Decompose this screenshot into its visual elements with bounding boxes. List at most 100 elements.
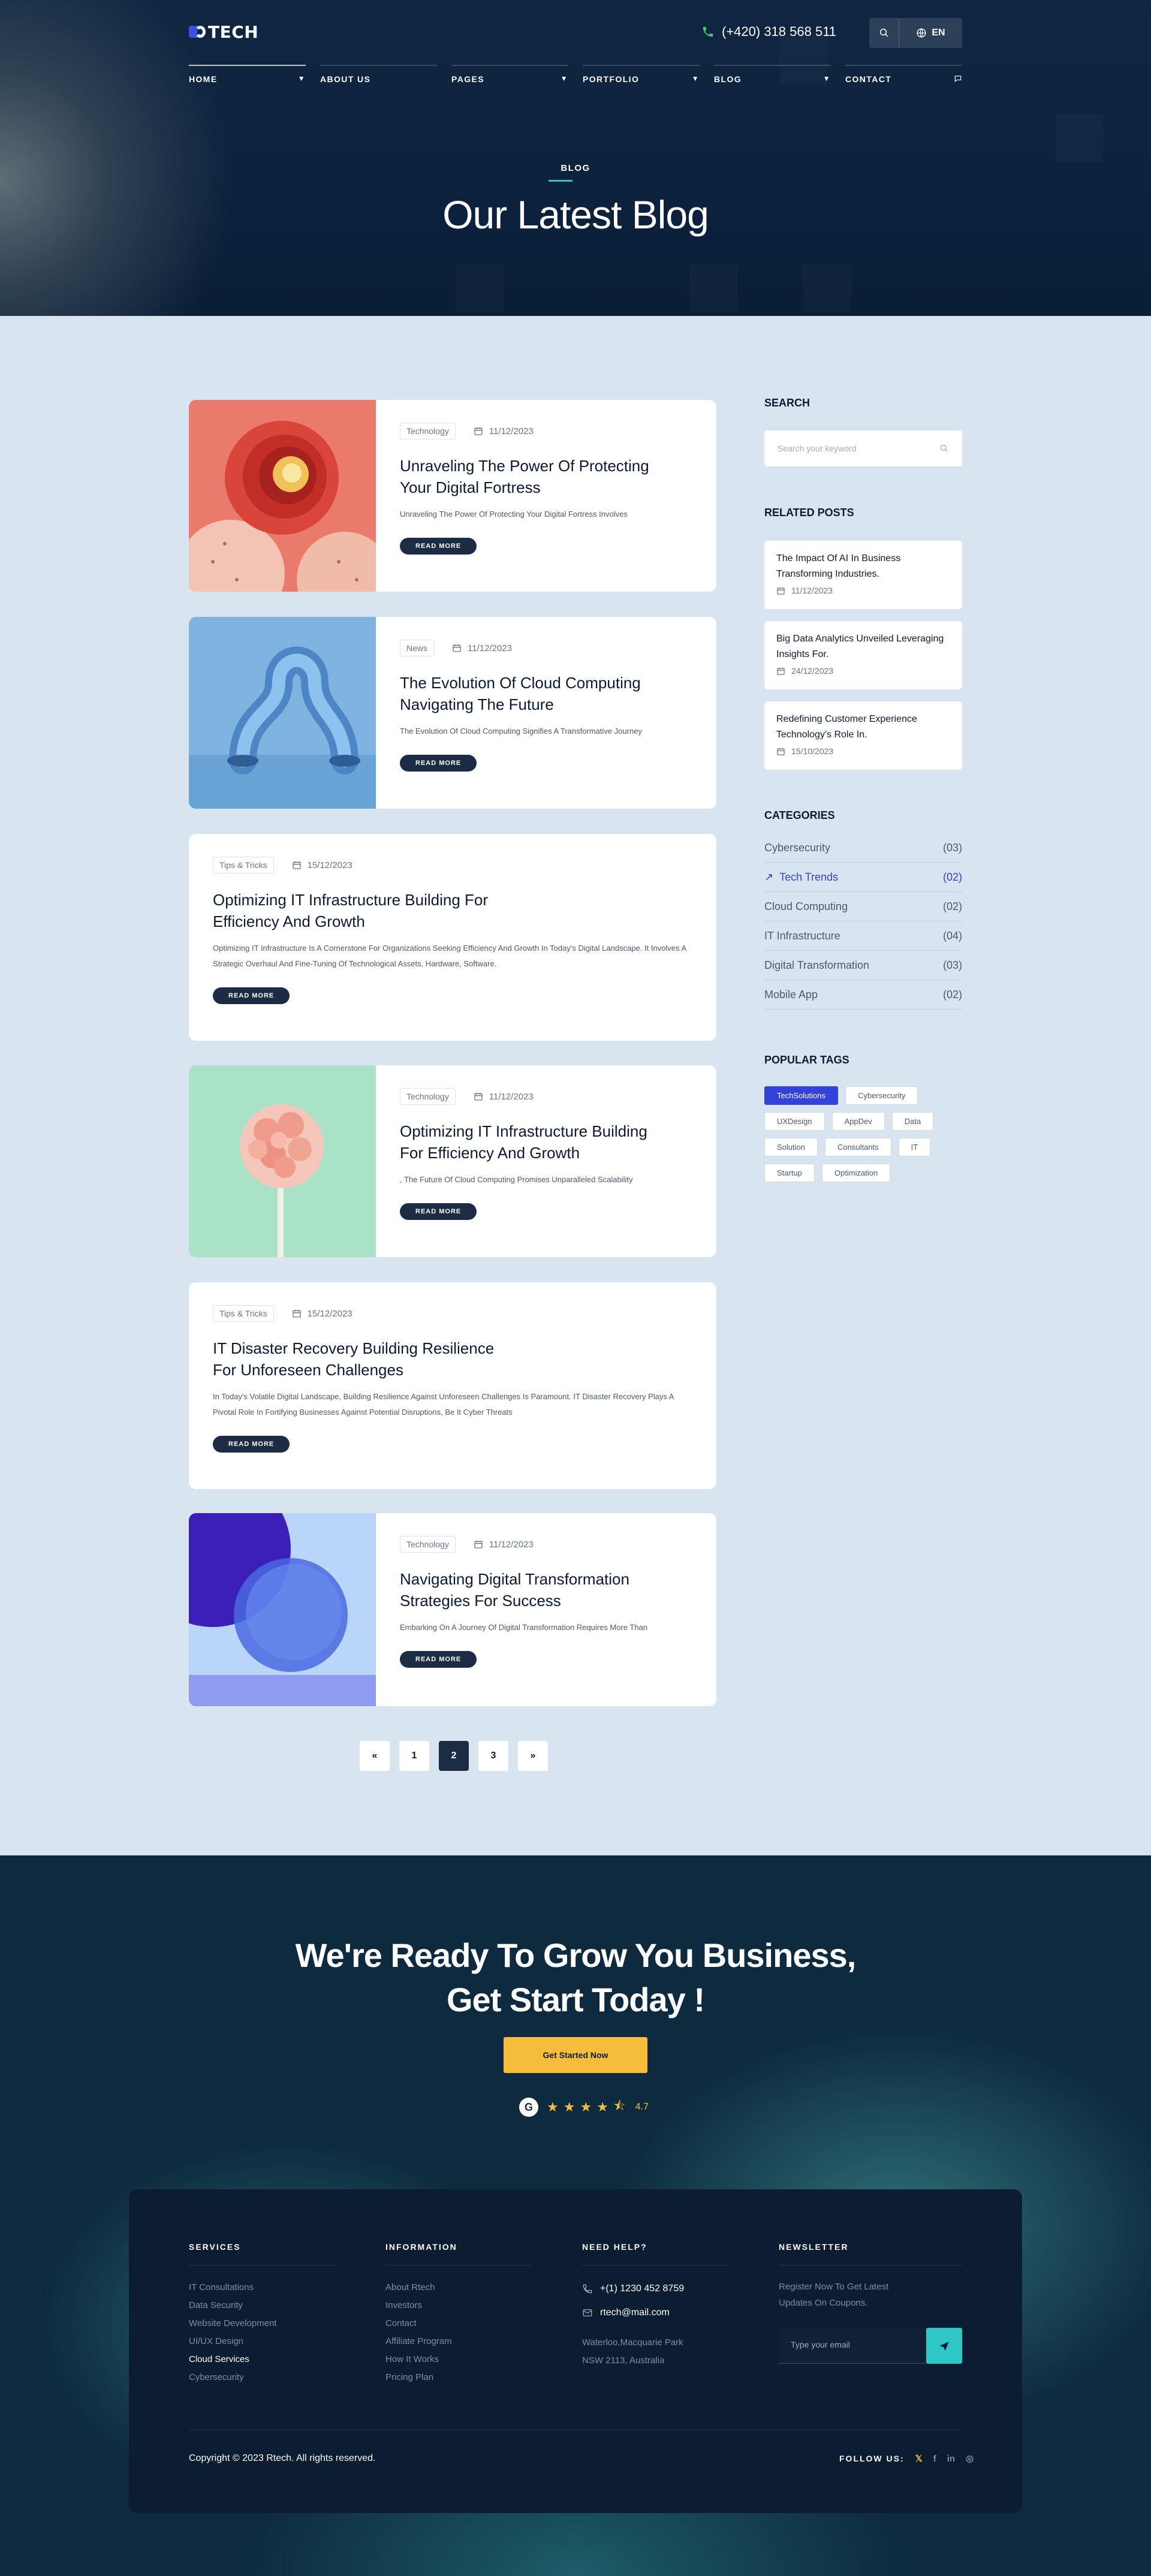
category-item-active[interactable]: ↗ Tech Trends (02) <box>764 863 962 892</box>
post-meta: News 11/12/2023 <box>400 640 652 656</box>
category-item[interactable]: Cybersecurity (03) <box>764 833 962 863</box>
post-thumbnail[interactable] <box>189 617 376 809</box>
post-thumbnail[interactable] <box>189 1513 376 1706</box>
post-tag[interactable]: Tips & Tricks <box>213 857 274 873</box>
tag-chip-active[interactable]: TechSolutions <box>764 1086 838 1105</box>
related-post-title: Redefining Customer Experience Technolog… <box>776 714 917 740</box>
read-more-button[interactable]: READ MORE <box>400 1203 477 1220</box>
logo[interactable]: TECH <box>189 22 258 42</box>
blog-card[interactable]: News 11/12/2023 The Evolution Of Cloud C… <box>189 617 716 809</box>
post-tag[interactable]: Technology <box>400 1536 456 1553</box>
review-badge-icon: G <box>519 2098 538 2117</box>
read-more-button[interactable]: READ MORE <box>213 987 290 1004</box>
header-phone[interactable]: (+420) 318 568 511 <box>701 24 836 40</box>
nav-item-home[interactable]: HOME ▼ <box>189 65 306 89</box>
nav-item-pages[interactable]: PAGES ▼ <box>451 65 568 89</box>
post-date: 15/12/2023 <box>292 1309 352 1319</box>
copyright: Copyright © 2023 Rtech. All rights reser… <box>189 2453 376 2463</box>
post-tag[interactable]: Technology <box>400 423 456 439</box>
footer-email[interactable]: rtech@mail.com <box>582 2307 729 2318</box>
hero-kicker: BLOG <box>561 163 590 173</box>
footer-link[interactable]: IT Consultations <box>189 2279 336 2297</box>
post-thumbnail[interactable] <box>189 1065 376 1257</box>
read-more-button[interactable]: READ MORE <box>213 1436 290 1453</box>
search-icon[interactable] <box>939 444 949 453</box>
search-button[interactable] <box>869 18 899 48</box>
nav-item-contact[interactable]: CONTACT <box>845 65 962 89</box>
read-more-button[interactable]: READ MORE <box>400 1651 477 1668</box>
get-started-button[interactable]: Get Started Now <box>504 2037 647 2073</box>
post-body: Technology 11/12/2023 Navigating Digital… <box>400 1536 652 1668</box>
category-item[interactable]: Digital Transformation (03) <box>764 951 962 980</box>
footer-link[interactable]: UI/UX Design <box>189 2333 336 2351</box>
tag-chip[interactable]: Data <box>891 1112 934 1131</box>
cta-title: We're Ready To Grow You Business, Get St… <box>0 1933 1151 2022</box>
post-tag[interactable]: Tips & Tricks <box>213 1305 274 1322</box>
cta-title-line1: We're Ready To Grow You Business, <box>295 1936 857 1974</box>
footer-phone[interactable]: +(1) 1230 452 8759 <box>582 2283 729 2294</box>
post-title[interactable]: The Evolution Of Cloud Computing Navigat… <box>400 672 652 715</box>
tag-chip[interactable]: Startup <box>764 1164 815 1182</box>
post-title[interactable]: Navigating Digital Transformation Strate… <box>400 1568 652 1611</box>
post-date: 11/12/2023 <box>452 643 512 653</box>
nav-label: ABOUT US <box>320 74 371 84</box>
footer-link[interactable]: Investors <box>385 2297 532 2315</box>
nav-item-blog[interactable]: BLOG ▼ <box>714 65 831 89</box>
footer-link[interactable]: Pricing Plan <box>385 2369 532 2387</box>
tag-chip[interactable]: Optimization <box>821 1164 891 1182</box>
search-input[interactable]: Search your keyword <box>764 430 962 466</box>
post-tag[interactable]: News <box>400 640 435 656</box>
post-title[interactable]: IT Disaster Recovery Building Resilience… <box>213 1337 501 1381</box>
blog-card[interactable]: Tips & Tricks 15/12/2023 IT Disaster Rec… <box>189 1282 716 1489</box>
read-more-button[interactable]: READ MORE <box>400 755 477 772</box>
post-thumbnail[interactable] <box>189 400 376 592</box>
blog-card[interactable]: Technology 11/12/2023 Optimizing IT Infr… <box>189 1065 716 1257</box>
pagination-page[interactable]: 1 <box>399 1741 429 1771</box>
footer-link[interactable]: About Rtech <box>385 2279 532 2297</box>
newsletter-send-button[interactable] <box>926 2328 962 2364</box>
tag-chip[interactable]: UXDesign <box>764 1112 825 1131</box>
post-title[interactable]: Optimizing IT Infrastructure Building Fo… <box>400 1120 652 1164</box>
pagination-next[interactable]: » <box>518 1741 548 1771</box>
language-button[interactable]: EN <box>899 18 962 48</box>
post-title[interactable]: Unraveling The Power Of Protecting Your … <box>400 455 652 498</box>
post-excerpt: Optimizing IT Infrastructure Is A Corner… <box>213 944 686 968</box>
footer-link[interactable]: Affiliate Program <box>385 2333 532 2351</box>
category-label: ↗ Tech Trends <box>764 871 838 884</box>
facebook-icon[interactable]: f <box>933 2454 936 2464</box>
instagram-icon[interactable]: ◎ <box>966 2453 974 2464</box>
related-post[interactable]: Redefining Customer Experience Technolog… <box>764 701 962 770</box>
category-item[interactable]: IT Infrastructure (04) <box>764 921 962 951</box>
category-item[interactable]: Cloud Computing (02) <box>764 892 962 921</box>
linkedin-icon[interactable]: in <box>947 2454 955 2464</box>
post-title[interactable]: Optimizing IT Infrastructure Building Fo… <box>213 889 501 932</box>
blog-card[interactable]: Technology 11/12/2023 Navigating Digital… <box>189 1513 716 1706</box>
related-post[interactable]: Big Data Analytics Unveiled Leveraging I… <box>764 621 962 689</box>
read-more-button[interactable]: READ MORE <box>400 538 477 555</box>
nav-label: HOME <box>189 74 218 84</box>
post-tag[interactable]: Technology <box>400 1088 456 1105</box>
blog-card[interactable]: Tips & Tricks 15/12/2023 Optimizing IT I… <box>189 834 716 1041</box>
footer-link[interactable]: Data Security <box>189 2297 336 2315</box>
footer-link[interactable]: Website Development <box>189 2315 336 2333</box>
nav-item-portfolio[interactable]: PORTFOLIO ▼ <box>583 65 700 89</box>
footer-link[interactable]: How It Works <box>385 2351 532 2369</box>
pagination-page-current[interactable]: 2 <box>439 1741 469 1771</box>
footer-link[interactable]: Cloud Services <box>189 2351 336 2369</box>
tag-chip[interactable]: Consultants <box>824 1138 891 1156</box>
tag-chip[interactable]: AppDev <box>831 1112 885 1131</box>
pagination-prev[interactable]: « <box>360 1741 390 1771</box>
category-item[interactable]: Mobile App (02) <box>764 980 962 1010</box>
newsletter-email-input[interactable]: Type your email <box>779 2328 962 2364</box>
tag-chip[interactable]: Solution <box>764 1138 818 1156</box>
star-icon: ★ <box>563 2099 576 2114</box>
footer-link[interactable]: Cybersecurity <box>189 2369 336 2387</box>
related-post[interactable]: The Impact Of AI In Business Transformin… <box>764 541 962 609</box>
footer-link[interactable]: Contact <box>385 2315 532 2333</box>
tag-chip[interactable]: Cybersecurity <box>845 1086 918 1105</box>
pagination-page[interactable]: 3 <box>478 1741 508 1771</box>
nav-item-about[interactable]: ABOUT US <box>320 65 437 89</box>
blog-card[interactable]: Technology 11/12/2023 Unraveling The Pow… <box>189 400 716 592</box>
tag-chip[interactable]: IT <box>898 1138 931 1156</box>
x-icon[interactable]: 𝕏 <box>915 2453 923 2464</box>
